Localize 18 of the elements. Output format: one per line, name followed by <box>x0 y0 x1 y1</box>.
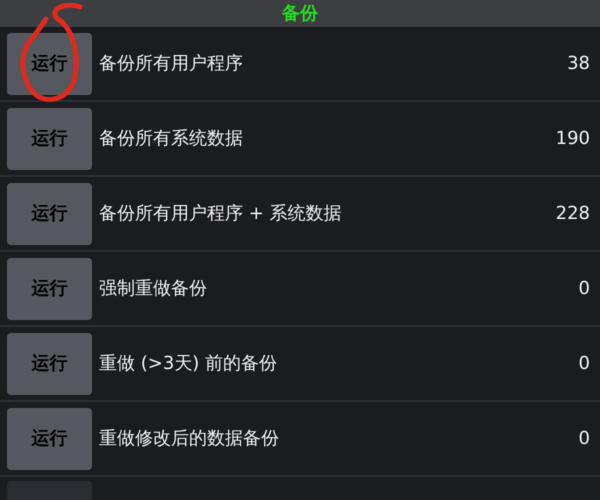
task-label: 重做修改后的数据备份 <box>99 427 280 451</box>
task-label: 备份所有用户程序 + 系统数据 <box>99 202 343 226</box>
run-button[interactable]: 运行 <box>7 182 92 244</box>
item-count: 190 <box>556 127 590 151</box>
run-button[interactable]: 运行 <box>7 332 92 394</box>
item-count: 0 <box>578 277 590 301</box>
task-label: 强制重做备份 <box>99 277 208 301</box>
task-label: 备份所有系统数据 <box>99 127 244 151</box>
run-button[interactable]: 运行 <box>7 108 92 170</box>
run-button[interactable]: 运行 <box>7 258 92 320</box>
task-label: 备份所有用户程序 <box>99 52 244 76</box>
item-count: 0 <box>578 427 590 451</box>
task-label: 重做 (>3天) 前的备份 <box>99 352 278 376</box>
item-count: 228 <box>556 202 590 226</box>
item-count: 0 <box>578 352 590 376</box>
item-count: 38 <box>567 52 590 76</box>
section-title: 备份 <box>282 2 318 26</box>
run-button[interactable]: 运行 <box>7 408 92 470</box>
